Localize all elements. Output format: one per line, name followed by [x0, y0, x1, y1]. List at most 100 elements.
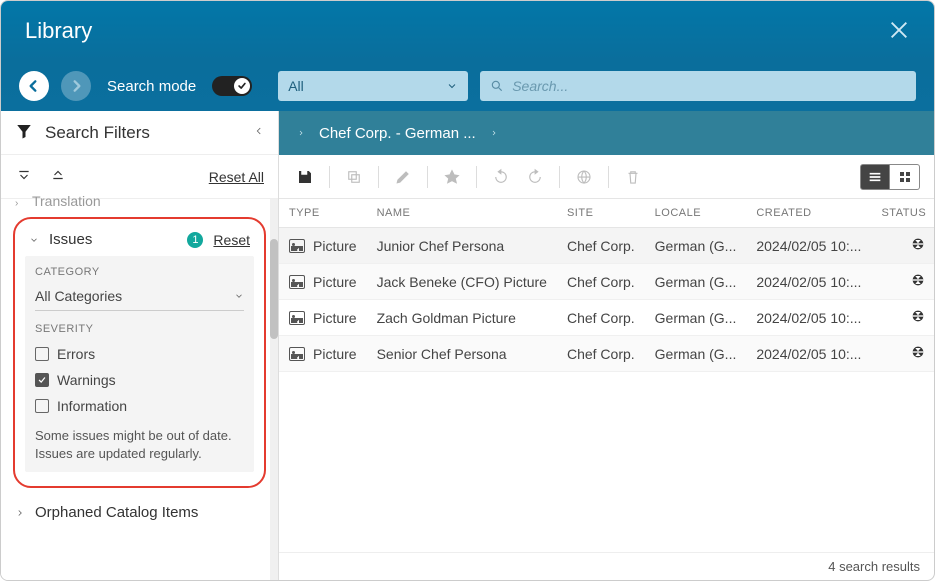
result-count: 4 search results [828, 559, 920, 574]
search-filters-title: Search Filters [45, 123, 150, 143]
picture-icon [289, 275, 305, 289]
collapse-all-button[interactable] [49, 168, 67, 185]
cell-created: 2024/02/05 10:... [746, 336, 871, 372]
content-area: Chef Corp. - German ... [279, 111, 934, 580]
status-icon [910, 347, 926, 363]
separator [427, 166, 428, 188]
issues-reset-link[interactable]: Reset [213, 232, 250, 248]
search-input[interactable] [512, 78, 906, 94]
refresh-right-button [523, 165, 547, 189]
cell-site: Chef Corp. [557, 300, 645, 336]
cell-locale: German (G... [645, 264, 747, 300]
grid-view-button[interactable] [890, 164, 920, 190]
sidebar-scrollbar[interactable] [270, 199, 278, 580]
picture-icon [289, 311, 305, 325]
filter-orphaned-catalog-items[interactable]: Orphaned Catalog Items [15, 498, 264, 527]
category-heading: CATEGORY [35, 266, 244, 278]
severity-warnings-checkbox[interactable]: Warnings [35, 367, 244, 393]
delete-button [621, 165, 645, 189]
window-title: Library [25, 18, 92, 44]
titlebar: Library [1, 1, 934, 61]
cell-name: Jack Beneke (CFO) Picture [367, 264, 557, 300]
picture-icon [289, 239, 305, 253]
status-icon [910, 275, 926, 291]
funnel-icon [15, 122, 33, 143]
refresh-left-button [489, 165, 513, 189]
results-table-wrap: TYPE NAME SITE LOCALE CREATED STATUS Pic… [279, 199, 934, 552]
separator [559, 166, 560, 188]
col-type[interactable]: TYPE [279, 199, 367, 228]
cell-locale: German (G... [645, 228, 747, 264]
scope-dropdown[interactable]: All [278, 71, 468, 101]
list-view-button[interactable] [860, 164, 890, 190]
issues-label: Issues [49, 231, 177, 248]
col-status[interactable]: STATUS [871, 199, 934, 228]
search-mode-toggle[interactable] [212, 76, 252, 96]
chevron-down-icon [446, 80, 458, 92]
search-box[interactable] [480, 71, 916, 101]
chevron-right-icon[interactable] [490, 127, 498, 139]
filter-issues-header[interactable]: Issues 1 Reset [25, 229, 254, 256]
toggle-knob [234, 78, 250, 94]
body: Search Filters Reset All › [1, 111, 934, 580]
table-row[interactable]: PictureJack Beneke (CFO) PictureChef Cor… [279, 264, 934, 300]
cell-name: Senior Chef Persona [367, 336, 557, 372]
nav-forward-button [61, 71, 91, 101]
checkbox-checked-icon [35, 373, 49, 387]
save-button[interactable] [293, 165, 317, 189]
severity-information-label: Information [57, 398, 127, 414]
severity-information-checkbox[interactable]: Information [35, 393, 244, 419]
cell-name: Zach Goldman Picture [367, 300, 557, 336]
cell-created: 2024/02/05 10:... [746, 300, 871, 336]
scrollbar-thumb[interactable] [270, 239, 278, 339]
cell-created: 2024/02/05 10:... [746, 228, 871, 264]
expand-all-button[interactable] [15, 168, 33, 185]
cell-created: 2024/02/05 10:... [746, 264, 871, 300]
collapse-sidebar-button[interactable] [254, 124, 264, 141]
table-row[interactable]: Picture Senior Chef PersonaChef Corp.Germ… [279, 336, 934, 372]
cell-site: Chef Corp. [557, 336, 645, 372]
category-select[interactable]: All Categories [35, 284, 244, 311]
nav-back-button[interactable] [19, 71, 49, 101]
cell-site: Chef Corp. [557, 264, 645, 300]
picture-icon [289, 347, 305, 361]
severity-warnings-label: Warnings [57, 372, 116, 388]
col-name[interactable]: NAME [367, 199, 557, 228]
chevron-right-icon [15, 505, 25, 521]
results-table: TYPE NAME SITE LOCALE CREATED STATUS Pic… [279, 199, 934, 372]
issues-count-badge: 1 [187, 232, 203, 248]
cell-type: Picture [313, 310, 357, 326]
category-value: All Categories [35, 288, 122, 304]
chevron-down-icon [234, 291, 244, 301]
reset-all-link[interactable]: Reset All [209, 169, 264, 185]
edit-button [391, 165, 415, 189]
separator [378, 166, 379, 188]
cell-name: Junior Chef Persona [367, 228, 557, 264]
chevron-right-icon[interactable] [297, 127, 305, 139]
severity-errors-checkbox[interactable]: Errors [35, 341, 244, 367]
cell-locale: German (G... [645, 336, 747, 372]
close-icon[interactable] [888, 19, 910, 44]
col-created[interactable]: CREATED [746, 199, 871, 228]
severity-errors-label: Errors [57, 346, 95, 362]
scope-dropdown-label: All [288, 78, 304, 94]
col-site[interactable]: SITE [557, 199, 645, 228]
view-toggle [860, 164, 920, 190]
globe-button [572, 165, 596, 189]
separator [329, 166, 330, 188]
table-row[interactable]: PictureZach Goldman PictureChef Corp.Ger… [279, 300, 934, 336]
breadcrumb-text[interactable]: Chef Corp. - German ... [319, 125, 476, 142]
chevron-right-icon: › [15, 198, 18, 209]
issues-panel-highlight: Issues 1 Reset CATEGORY All Categories S… [13, 217, 266, 488]
filter-translation[interactable]: › Translation [1, 189, 278, 217]
col-locale[interactable]: LOCALE [645, 199, 747, 228]
search-filters-header: Search Filters [1, 111, 278, 155]
cell-type: Picture [313, 346, 357, 362]
checkbox-icon [35, 347, 49, 361]
bookmark-button [440, 165, 464, 189]
status-icon [910, 311, 926, 327]
table-row[interactable]: PictureJunior Chef PersonaChef Corp.Germ… [279, 228, 934, 264]
separator [608, 166, 609, 188]
search-icon [490, 79, 504, 93]
issues-body: CATEGORY All Categories SEVERITY Errors … [25, 256, 254, 472]
